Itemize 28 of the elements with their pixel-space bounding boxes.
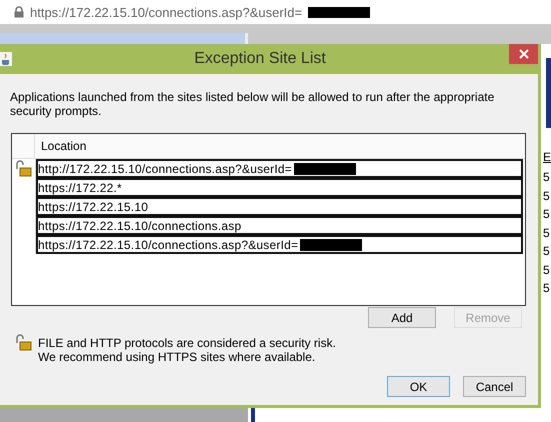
header-band [546, 58, 551, 128]
column-header: E [543, 150, 551, 164]
description-text: Applications launched from the sites listed below will be allowed to run after the appropriate security prompts. [10, 90, 496, 118]
location-cell[interactable]: https://172.22.15.10/connections.asp [36, 216, 523, 235]
open-padlock-icon [15, 334, 32, 351]
list-button[interactable]: Add [368, 307, 436, 328]
table-cell-text: 5 [543, 226, 551, 242]
close-button[interactable] [509, 44, 538, 64]
table-cell-text: 5 [543, 262, 551, 278]
table-cell-text: 5 [543, 170, 551, 186]
location-cell[interactable]: https://172.22.* [36, 178, 523, 197]
dialog-title: Exception Site List [193, 50, 327, 68]
table-cell-text: 5 [543, 281, 551, 297]
table-cell-text: 5 [543, 207, 551, 223]
location-cell[interactable]: https://172.22.15.10 [36, 197, 523, 216]
padlock-icon [14, 6, 24, 18]
close-icon [518, 49, 528, 59]
location-cell[interactable]: https://172.22.15.10/connections.asp?&userId= [36, 235, 523, 254]
dialog-button[interactable]: Cancel [463, 376, 526, 397]
table-cell-text: 5 [543, 244, 551, 260]
warning-text: We recommend using HTTPS sites where available. [38, 350, 316, 364]
location-cell[interactable]: http://172.22.15.10/connections.asp?&userId= [36, 159, 523, 178]
table-cell-text: 5 [543, 188, 551, 204]
open-padlock-icon [15, 160, 32, 177]
warning-text: FILE and HTTP protocols are considered a security risk. [38, 336, 336, 350]
java-cup-icon [0, 52, 12, 66]
url-text: https://172.22.15.10/connections.asp?&userId= [30, 4, 302, 20]
dialog-button[interactable]: OK [387, 376, 450, 397]
